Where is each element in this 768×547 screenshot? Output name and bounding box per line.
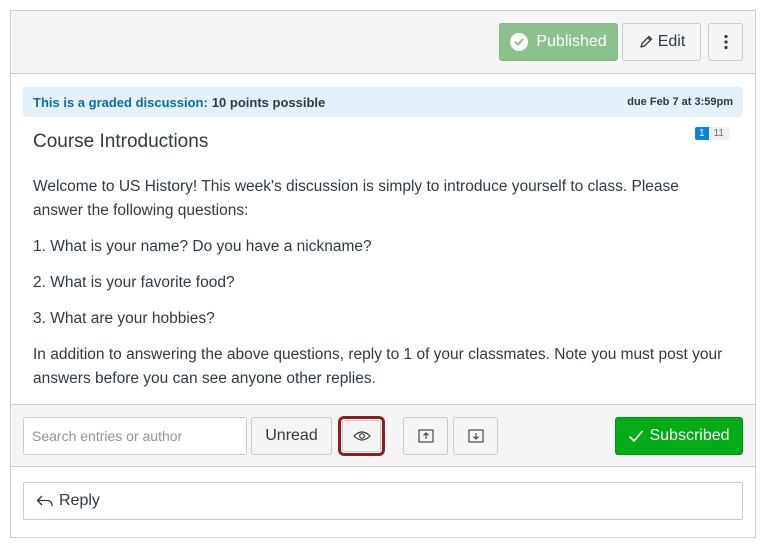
intro-paragraph: Welcome to US History! This week's discu… [33,178,679,219]
points-possible: 10 points possible [211,94,326,110]
reply-arrow-icon [36,495,53,507]
unread-count-badge: 1 [695,127,709,140]
subscribed-button[interactable]: Subscribed [615,417,743,455]
unread-filter-button[interactable]: Unread [251,417,332,455]
checkmark-icon [629,430,644,443]
question-2: 2. What is your favorite food? [33,274,235,291]
graded-label: This is a graded discussion: [33,94,208,110]
discussion-title: Course Introductions [33,131,209,152]
discussion-panel: Published Edit This is a graded discussi… [10,10,756,538]
eye-icon [352,431,371,441]
expand-replies-button[interactable] [453,417,498,455]
expand-icon [467,429,484,443]
mark-all-read-button[interactable] [342,420,381,452]
due-date: due Feb 7 at 3:59pm [627,96,733,108]
discussion-toolbar: Unread Subscribed [11,404,755,467]
collapse-icon [417,429,434,443]
reply-counts: 1 11 [695,127,729,140]
graded-discussion-banner: This is a graded discussion: 10 points p… [23,87,743,117]
discussion-header: Published Edit [11,11,755,74]
closing-paragraph: In addition to answering the above quest… [33,346,723,387]
reply-button[interactable]: Reply [23,482,743,520]
collapse-replies-button[interactable] [403,417,448,455]
published-button[interactable]: Published [499,23,618,61]
more-options-button[interactable] [708,23,743,61]
pencil-icon [640,35,652,48]
kebab-icon [723,34,728,50]
unread-label: Unread [265,427,318,444]
question-1: 1. What is your name? Do you have a nick… [33,238,372,255]
check-circle-icon [510,33,529,51]
question-3: 3. What are your hobbies? [33,310,215,327]
published-label: Published [536,33,607,50]
reply-label: Reply [59,492,100,509]
edit-label: Edit [657,33,686,50]
search-input[interactable] [23,417,247,455]
edit-button[interactable]: Edit [622,23,701,61]
subscribed-label: Subscribed [649,427,730,444]
total-count-badge: 11 [708,127,729,140]
